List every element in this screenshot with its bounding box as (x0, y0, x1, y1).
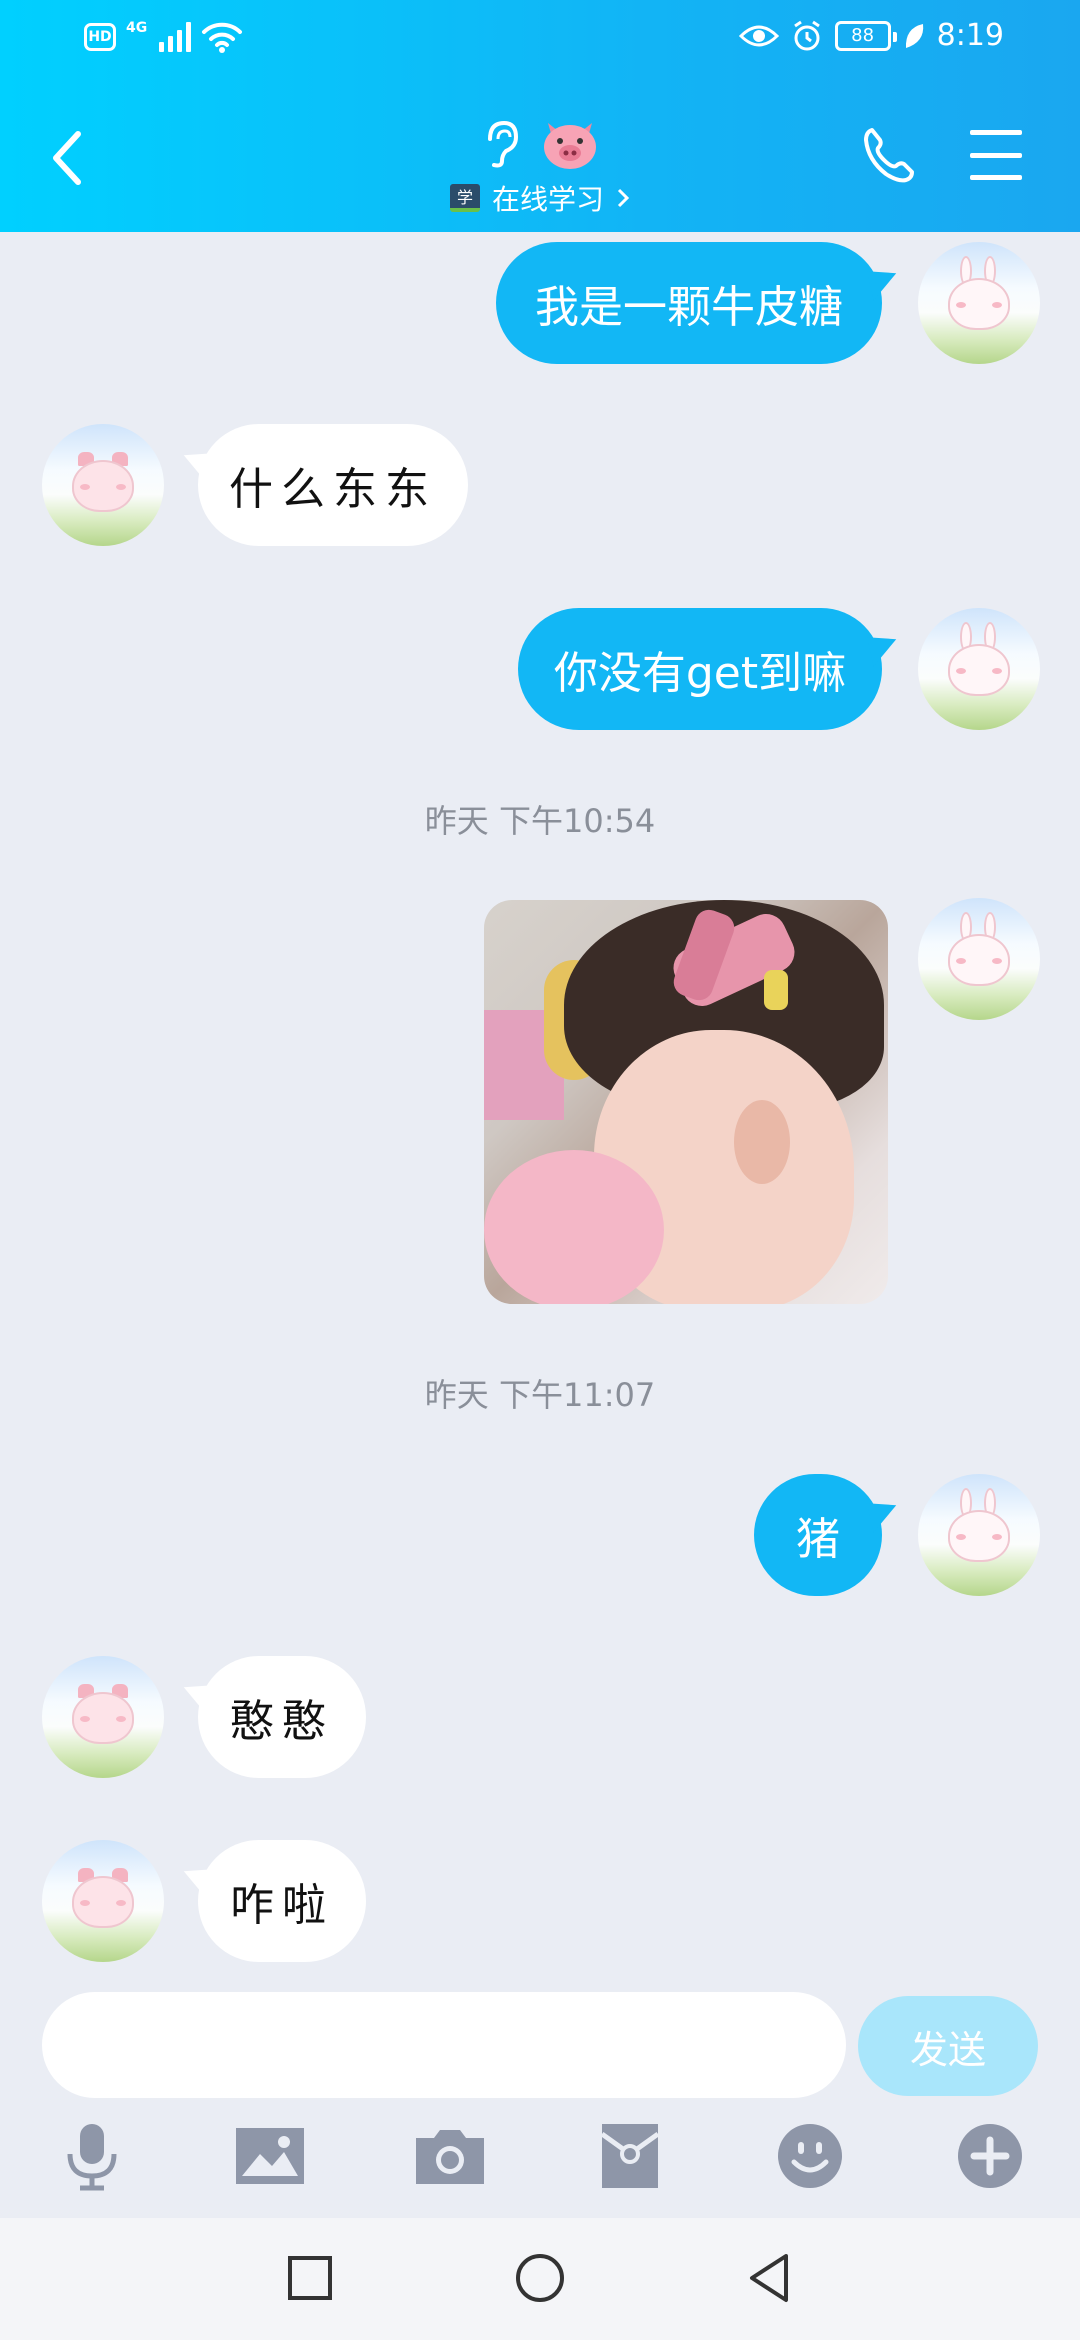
square-recents-icon[interactable] (280, 2248, 340, 2308)
wifi-icon (202, 22, 243, 53)
hd-icon: HD (84, 23, 116, 51)
leaf-icon (905, 23, 923, 48)
input-toolbar (0, 2120, 1080, 2200)
eye-icon (738, 25, 779, 46)
signal-icon (159, 22, 192, 52)
red-packet-icon[interactable] (594, 2120, 666, 2192)
message-bubble-incoming[interactable]: 咋啦 (198, 1840, 366, 1962)
message-text: 咋啦 (230, 1880, 334, 1931)
chat-header: HD 4G 88 8:19 学 在线学习 (0, 0, 1080, 232)
chat-title[interactable]: 学 在线学习 (0, 112, 1080, 218)
chevron-right-icon (617, 188, 630, 208)
microphone-icon[interactable] (56, 2120, 128, 2192)
contact-avatar[interactable] (42, 1656, 164, 1778)
hamburger-menu-icon[interactable] (970, 130, 1022, 180)
status-left: HD 4G (84, 20, 243, 54)
circle-home-icon[interactable] (510, 2248, 570, 2308)
battery-icon: 88 (834, 20, 897, 51)
ear-icon (488, 120, 519, 168)
message-text: 憨憨 (230, 1696, 334, 1747)
status-text: 在线学习 (491, 183, 604, 216)
contact-avatar[interactable] (42, 1840, 164, 1962)
message-text: 你没有get到嘛 (553, 648, 847, 699)
plus-icon[interactable] (954, 2120, 1026, 2192)
timestamp: 昨天 下午10:54 (424, 802, 656, 840)
my-avatar[interactable] (918, 608, 1040, 730)
message-bubble-outgoing[interactable]: 猪 (754, 1474, 882, 1596)
emoji-icon[interactable] (774, 2120, 846, 2192)
my-avatar[interactable] (918, 898, 1040, 1020)
message-input[interactable] (42, 1992, 846, 2098)
pig-emoji-icon (544, 123, 596, 169)
message-list[interactable]: 我是一颗牛皮糖 什么东东 你没有get到嘛 昨天 下午10:54 昨天 下午11… (0, 232, 1080, 1992)
alarm-icon (793, 20, 820, 50)
message-image[interactable] (484, 900, 888, 1304)
network-type: 4G (126, 20, 148, 36)
message-text: 猪 (796, 1514, 840, 1565)
status-bar: HD 4G 88 8:19 (0, 14, 1080, 74)
message-bubble-incoming[interactable]: 什么东东 (198, 424, 468, 546)
camera-icon[interactable] (414, 2120, 486, 2192)
my-avatar[interactable] (918, 242, 1040, 364)
message-bubble-outgoing[interactable]: 你没有get到嘛 (518, 608, 882, 730)
triangle-back-icon[interactable] (740, 2248, 800, 2308)
message-text: 什么东东 (229, 464, 437, 515)
send-button[interactable]: 发送 (858, 1996, 1038, 2096)
contact-avatar[interactable] (42, 424, 164, 546)
message-bubble-incoming[interactable]: 憨憨 (198, 1656, 366, 1778)
message-text: 我是一颗牛皮糖 (535, 282, 843, 333)
phone-icon[interactable] (858, 124, 918, 188)
my-avatar[interactable] (918, 1474, 1040, 1596)
title-icons (0, 112, 1080, 176)
status-right: 88 8:19 (738, 18, 1004, 53)
message-bubble-outgoing[interactable]: 我是一颗牛皮糖 (496, 242, 882, 364)
clock: 8:19 (936, 18, 1004, 53)
timestamp: 昨天 下午11:07 (424, 1376, 656, 1414)
study-status-badge: 学 (449, 184, 480, 212)
system-nav-bar (0, 2218, 1080, 2340)
online-status[interactable]: 学 在线学习 (0, 178, 1080, 218)
image-icon[interactable] (234, 2120, 306, 2192)
